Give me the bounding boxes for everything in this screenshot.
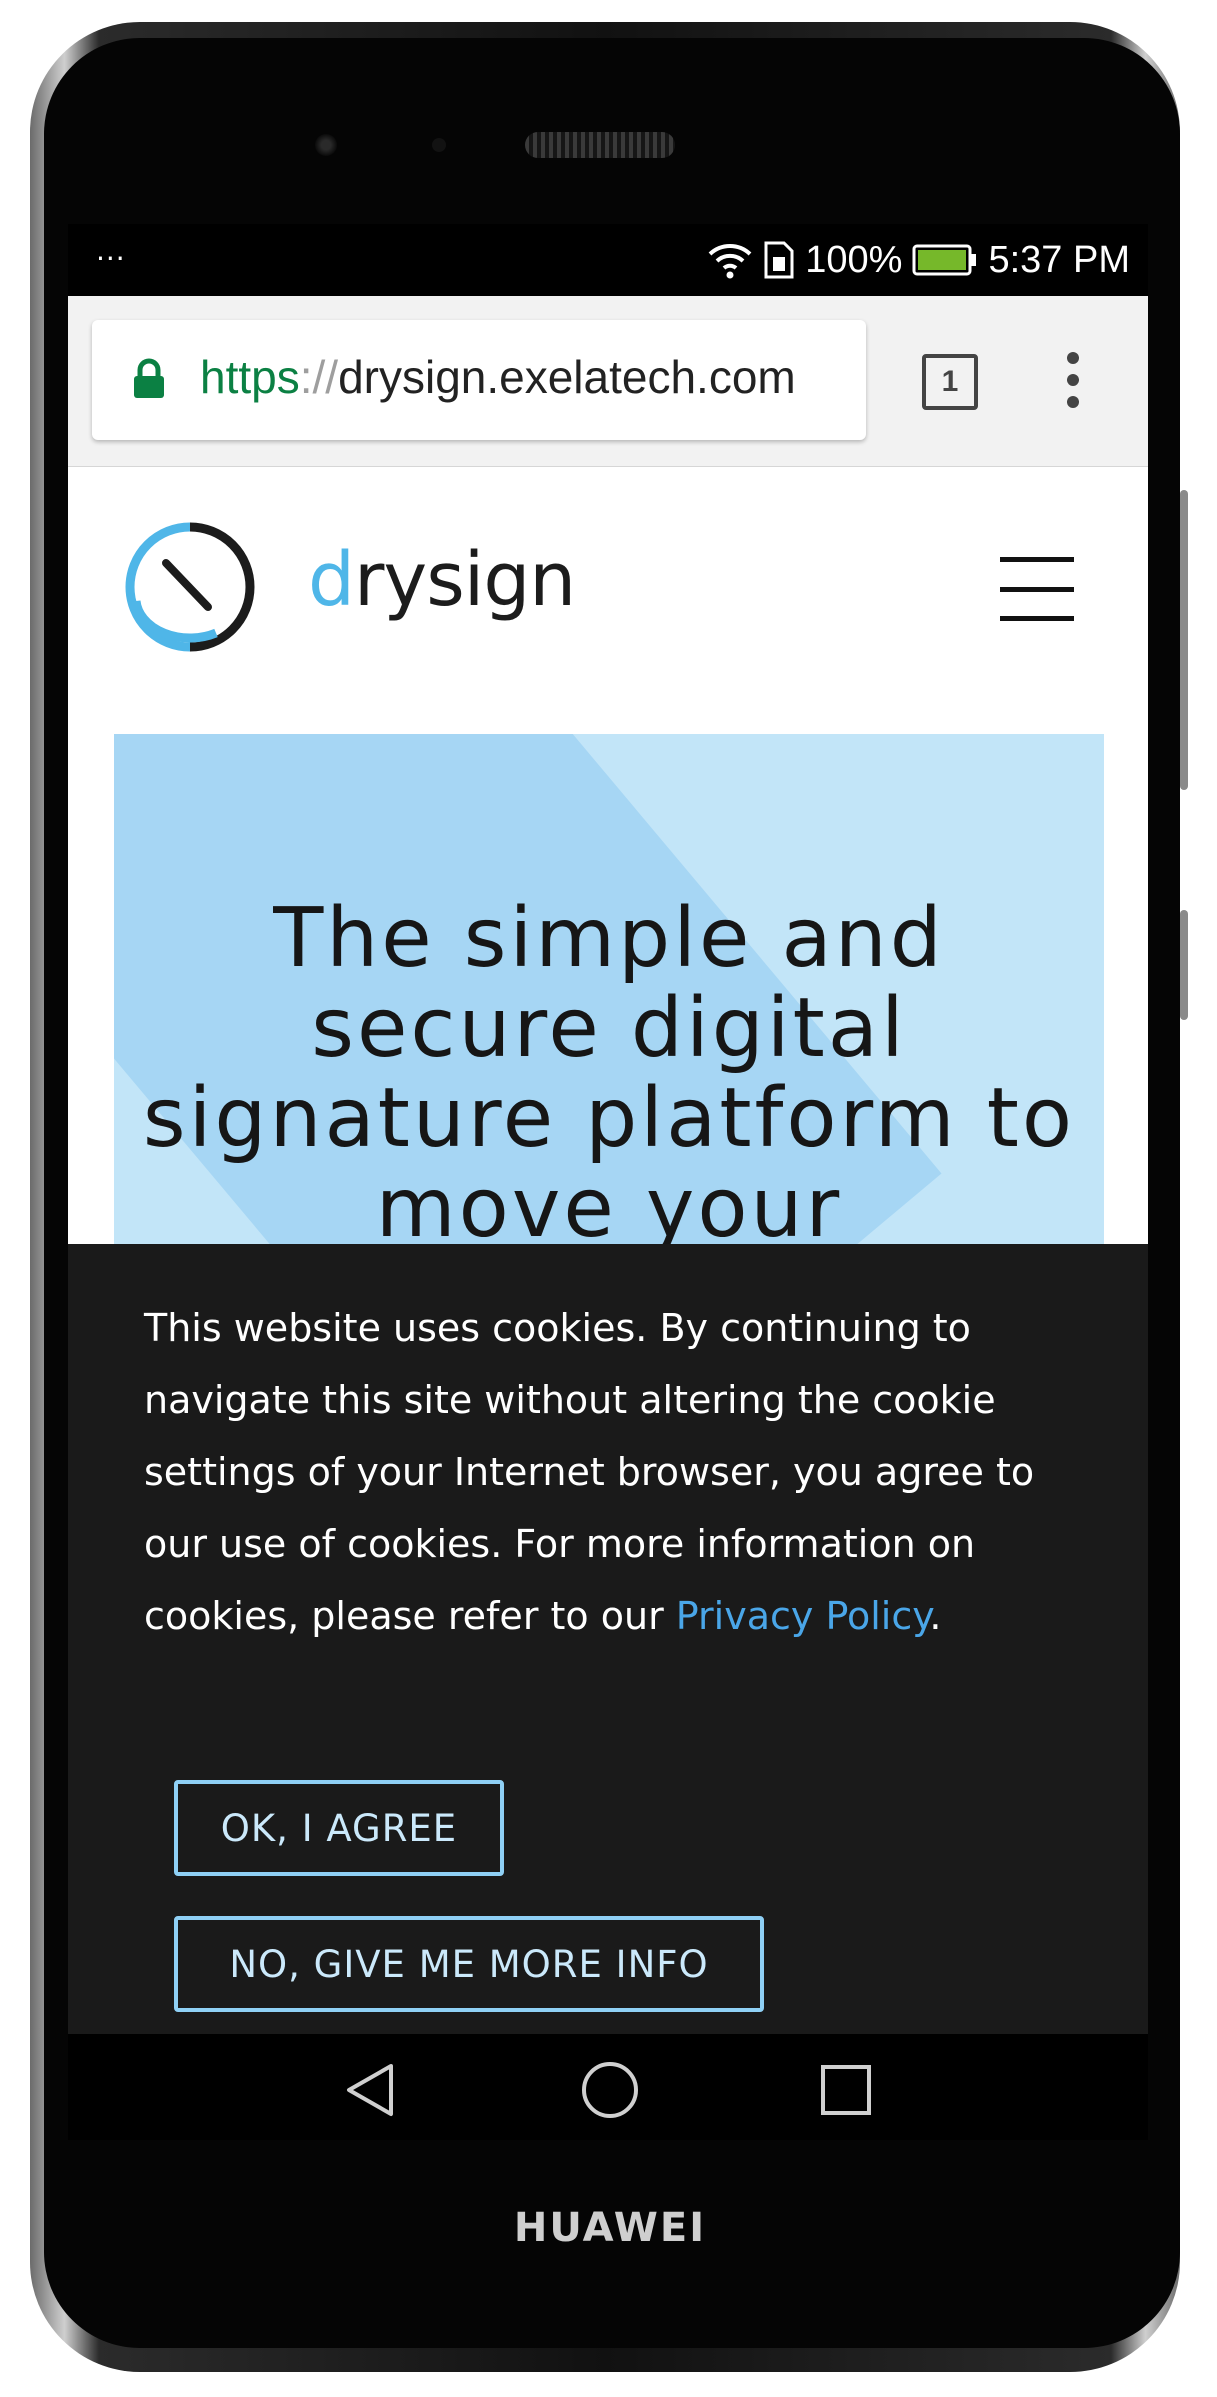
clock: 5:37 PM	[988, 238, 1130, 281]
lock-icon	[132, 358, 166, 404]
url-separator: ://	[299, 351, 339, 403]
url-host: drysign.exelatech.com	[338, 351, 796, 403]
power-button	[1180, 910, 1188, 1020]
url-scheme: https	[200, 351, 300, 403]
proximity-sensor	[432, 138, 446, 152]
cookie-message-end: .	[929, 1594, 942, 1638]
status-indicators: 100% 5:37 PM	[707, 236, 1130, 284]
cookie-message-text: This website uses cookies. By continuing…	[144, 1306, 1035, 1638]
hamburger-line	[1000, 587, 1074, 592]
earpiece-speaker	[525, 132, 675, 158]
android-navigation-bar	[68, 2034, 1148, 2140]
cookie-message: This website uses cookies. By continuing…	[144, 1292, 1104, 1652]
battery-percent: 100%	[805, 238, 903, 281]
drysign-logo-icon[interactable]	[124, 521, 256, 657]
hamburger-line	[1000, 557, 1074, 562]
tabs-button[interactable]: 1	[922, 354, 978, 410]
agree-button[interactable]: OK, I AGREE	[174, 1780, 504, 1876]
recent-apps-icon[interactable]	[820, 2064, 872, 2120]
huawei-brand-logo: HUAWEI	[513, 2205, 707, 2251]
front-camera	[315, 134, 337, 156]
cookie-consent-banner: This website uses cookies. By continuing…	[68, 1244, 1148, 2034]
battery-icon	[912, 244, 978, 276]
url-text: https://drysign.exelatech.com	[200, 350, 796, 404]
wordmark-rest: rysign	[353, 537, 576, 623]
volume-button	[1180, 490, 1188, 790]
browser-menu-button[interactable]	[1058, 352, 1088, 412]
drysign-wordmark[interactable]: drysign	[308, 537, 576, 623]
wordmark-initial: d	[308, 537, 355, 623]
browser-toolbar: https://drysign.exelatech.com 1	[68, 296, 1148, 467]
hamburger-menu-icon[interactable]	[1000, 557, 1074, 621]
menu-dot	[1067, 374, 1079, 386]
more-info-button[interactable]: NO, GIVE ME MORE INFO	[174, 1916, 764, 2012]
back-icon[interactable]	[343, 2062, 397, 2122]
sim-card-icon	[763, 240, 795, 280]
wifi-icon	[707, 241, 753, 279]
notification-dots: ···	[96, 242, 126, 275]
address-bar[interactable]: https://drysign.exelatech.com	[92, 320, 866, 440]
phone-screen: ··· 100% 5:37 PM https://drysign.exelate…	[68, 224, 1148, 2140]
hamburger-line	[1000, 616, 1074, 621]
menu-dot	[1067, 396, 1079, 408]
hero-title: The simple and secure digital signature …	[142, 891, 1076, 1256]
home-icon[interactable]	[580, 2060, 640, 2124]
menu-dot	[1067, 352, 1079, 364]
site-header: drysign	[68, 467, 1148, 707]
tab-count: 1	[922, 354, 978, 410]
privacy-policy-link[interactable]: Privacy Policy	[676, 1594, 930, 1638]
status-bar: ··· 100% 5:37 PM	[68, 224, 1148, 296]
